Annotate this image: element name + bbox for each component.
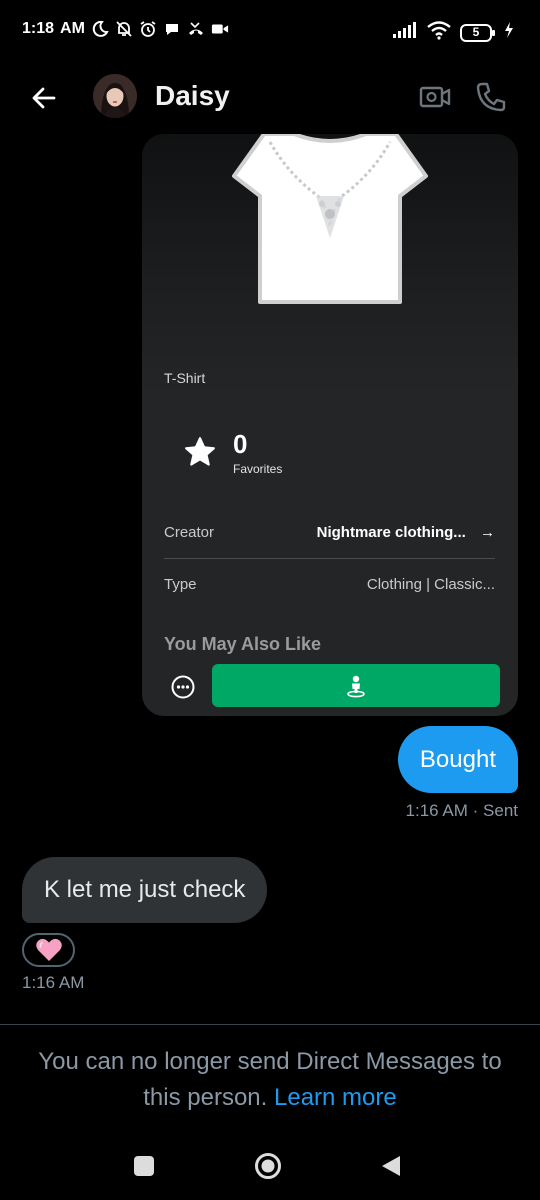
item-kind: T-Shirt bbox=[164, 370, 206, 386]
pink-heart-icon bbox=[35, 938, 62, 961]
learn-more-link[interactable]: Learn more bbox=[274, 1084, 397, 1111]
system-nav-bar bbox=[0, 1132, 540, 1200]
recents-button[interactable] bbox=[134, 1156, 154, 1176]
incoming-message-meta: 1:16 AM bbox=[22, 973, 85, 992]
favorites-label: Favorites bbox=[233, 462, 283, 476]
home-circle-icon bbox=[255, 1153, 281, 1179]
creator-label: Creator bbox=[164, 524, 215, 541]
video-icon bbox=[211, 20, 229, 38]
phone-icon bbox=[476, 82, 506, 112]
alarm-icon bbox=[139, 20, 157, 38]
contact-name[interactable]: Daisy bbox=[155, 80, 230, 112]
card-divider bbox=[164, 558, 495, 559]
creator-value[interactable]: Nightmare clothing... → bbox=[317, 524, 495, 541]
back-button[interactable] bbox=[26, 80, 62, 116]
video-call-button[interactable] bbox=[418, 80, 452, 114]
signal-icon bbox=[392, 21, 418, 44]
outgoing-message-meta: 1:16 AM · Sent bbox=[405, 801, 518, 820]
shared-item-card[interactable]: T-Shirt 0 Favorites Creator Nightmare cl… bbox=[142, 134, 518, 716]
back-triangle-icon bbox=[382, 1156, 400, 1176]
outgoing-message[interactable]: Bought bbox=[397, 726, 518, 793]
battery-level: 5 bbox=[472, 24, 480, 39]
avatar[interactable] bbox=[93, 74, 137, 118]
status-right: 5 bbox=[392, 20, 514, 45]
system-back-button[interactable] bbox=[380, 1154, 402, 1178]
video-call-icon bbox=[419, 86, 451, 108]
bell-off-icon bbox=[115, 20, 133, 38]
status-left: 1:18 AM bbox=[22, 20, 229, 38]
status-ampm: AM bbox=[60, 20, 85, 37]
type-row: Type Clothing | Classic... bbox=[164, 576, 495, 598]
type-label: Type bbox=[164, 576, 197, 593]
favorites-count: 0 bbox=[233, 429, 248, 459]
moon-icon bbox=[91, 20, 109, 38]
reaction-badge[interactable] bbox=[22, 933, 75, 967]
tshirt-image bbox=[230, 134, 430, 306]
back-arrow-icon bbox=[32, 87, 56, 109]
more-dots-icon bbox=[171, 675, 195, 699]
type-value: Clothing | Classic... bbox=[366, 576, 495, 593]
battery-icon: 5 bbox=[460, 23, 496, 43]
conversation-header: Daisy bbox=[0, 64, 540, 130]
chat-bubble-icon bbox=[163, 20, 181, 38]
home-button[interactable] bbox=[254, 1152, 282, 1180]
status-time: 1:18 bbox=[22, 20, 55, 37]
dm-restricted-notice: You can no longer send Direct Messages t… bbox=[20, 1044, 520, 1116]
creator-row[interactable]: Creator Nightmare clothing... → bbox=[164, 524, 495, 546]
try-on-button[interactable] bbox=[212, 664, 500, 707]
notice-text: You can no longer send Direct Messages t… bbox=[38, 1048, 502, 1111]
voice-call-button[interactable] bbox=[474, 80, 508, 114]
incoming-message[interactable]: K let me just check bbox=[22, 857, 268, 923]
footer-divider bbox=[0, 1024, 540, 1025]
charging-icon bbox=[504, 21, 514, 44]
status-bar: 1:18 AM 5 bbox=[0, 0, 540, 64]
wifi-icon bbox=[426, 20, 452, 45]
avatar-try-on-icon bbox=[347, 675, 365, 697]
missed-call-icon bbox=[187, 20, 205, 38]
also-like-heading: You May Also Like bbox=[164, 634, 322, 654]
creator-name: Nightmare clothing... bbox=[316, 524, 466, 541]
favorite-star-icon[interactable] bbox=[184, 436, 216, 468]
arrow-right-icon: → bbox=[480, 524, 495, 541]
more-options-button[interactable] bbox=[170, 674, 196, 700]
